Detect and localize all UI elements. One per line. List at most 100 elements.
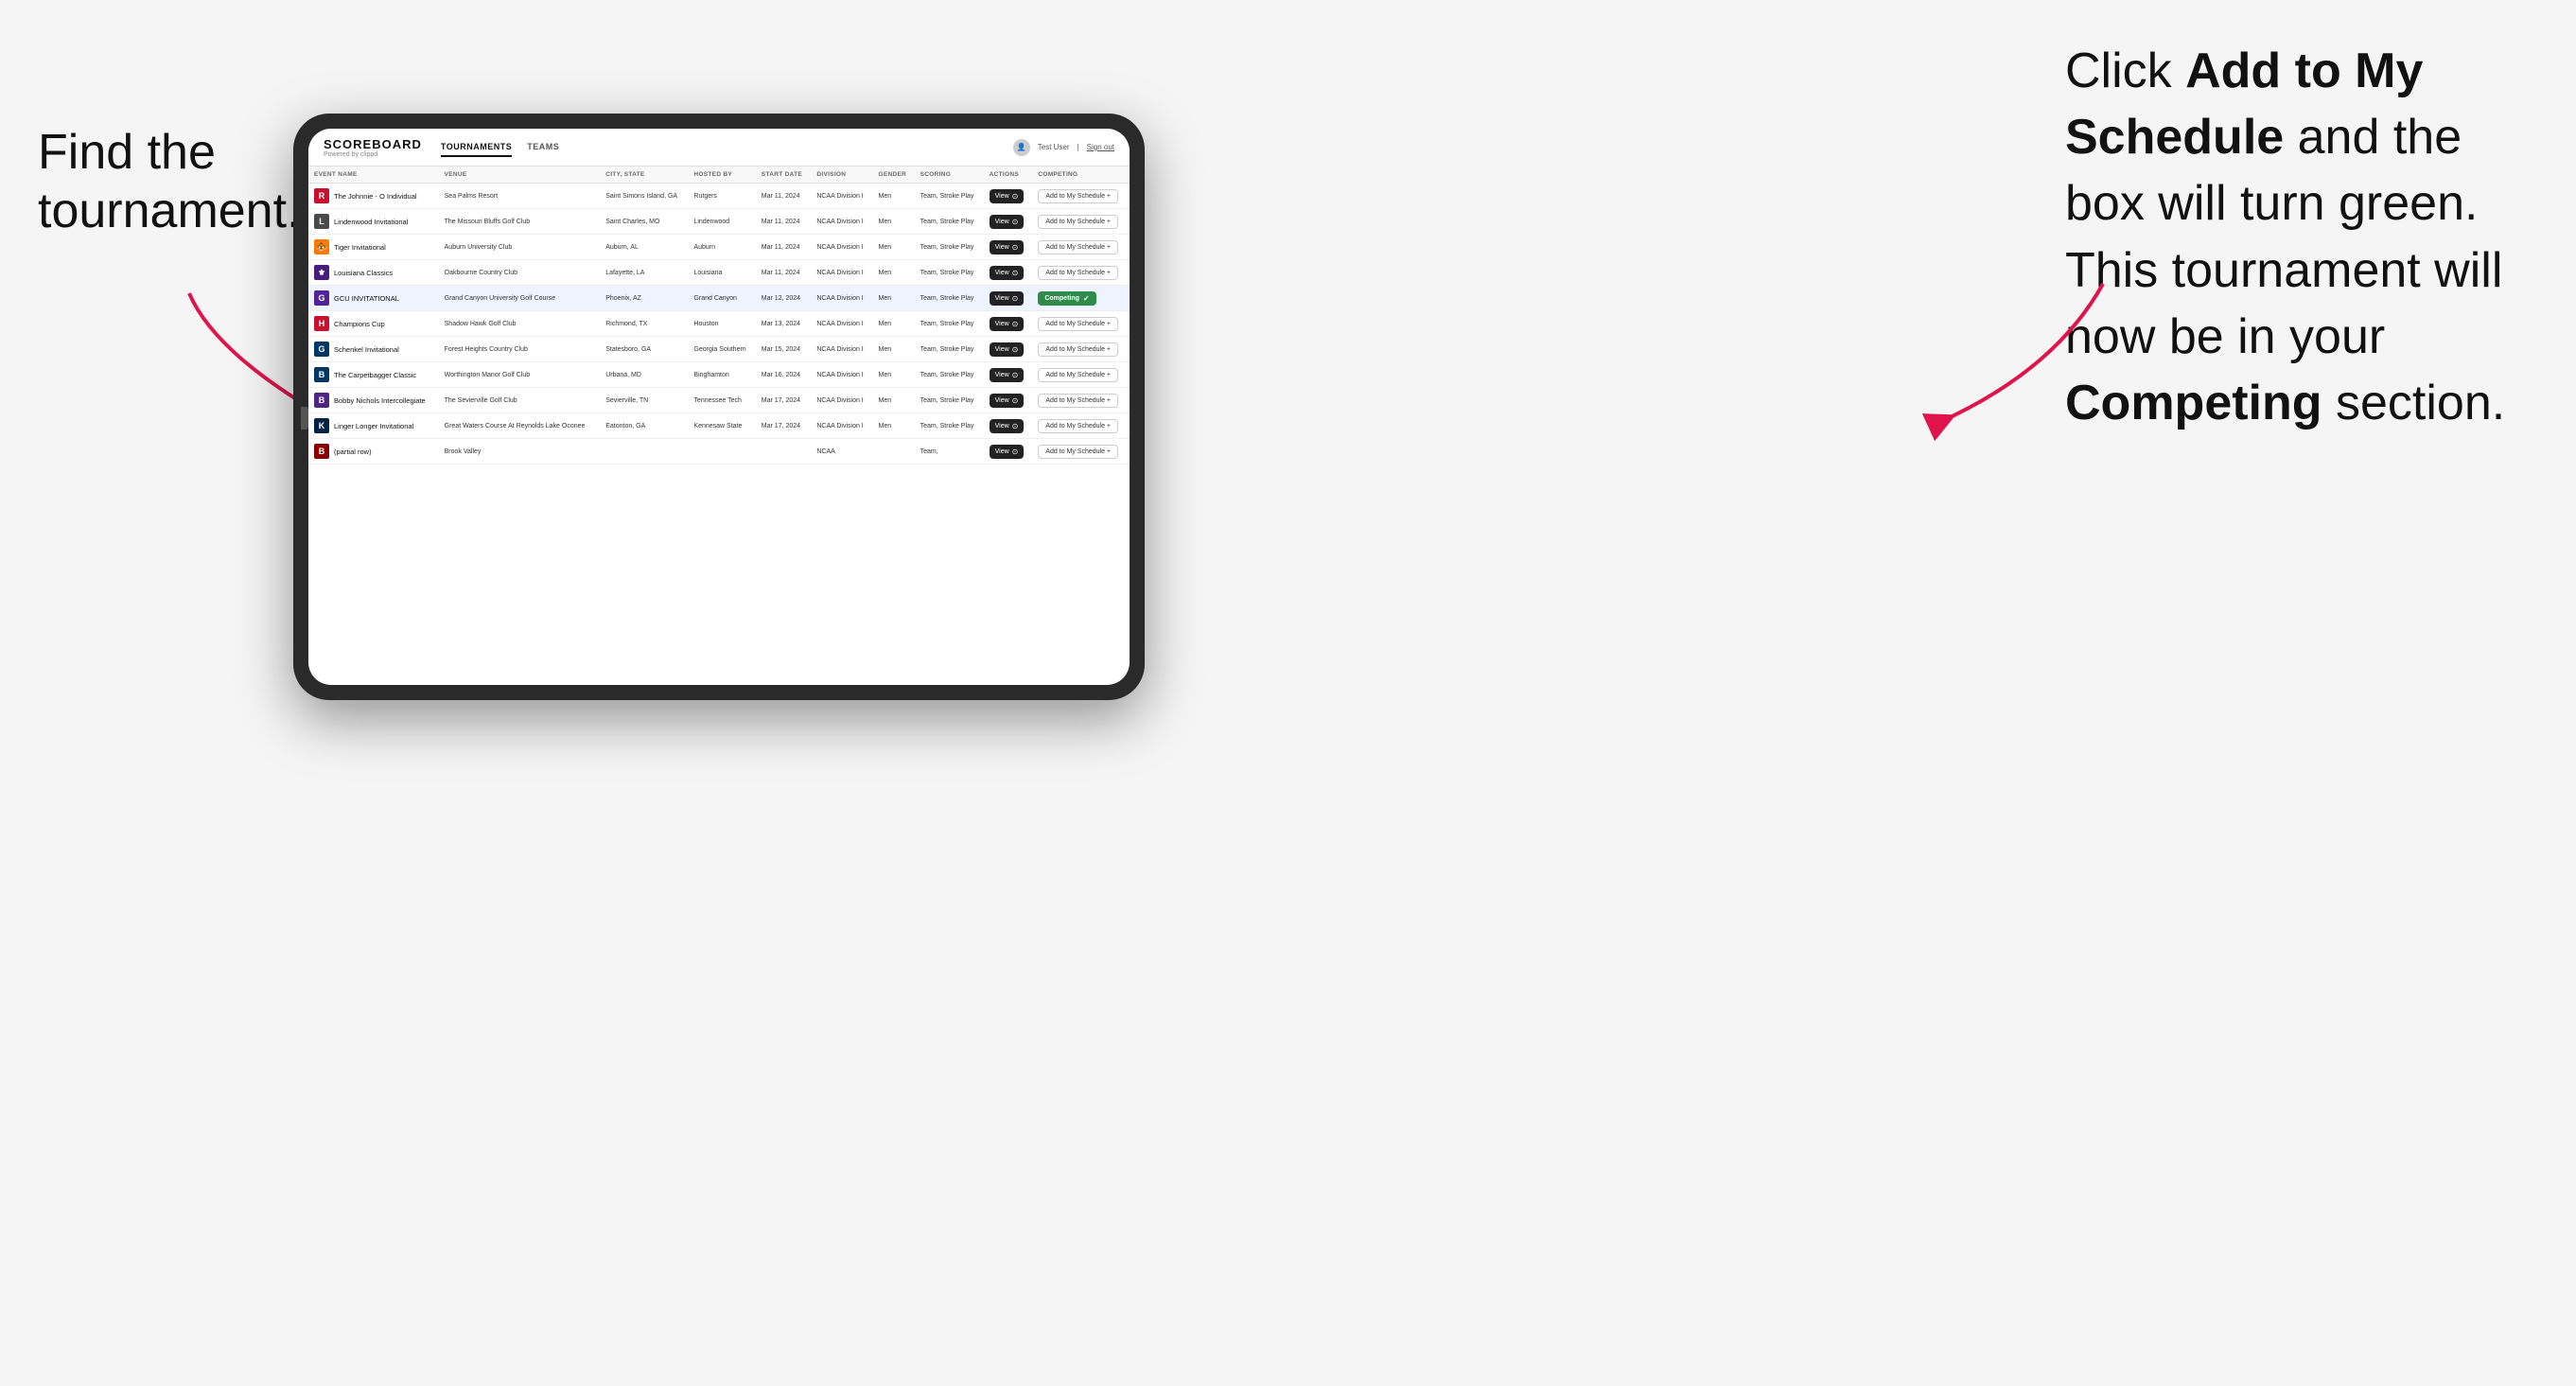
event-name-text: (partial row) (334, 447, 372, 456)
tab-teams[interactable]: TEAMS (527, 138, 559, 157)
event-name-cell: G Schenkel Invitational (308, 337, 439, 362)
city-state-cell: Statesboro, GA (600, 337, 688, 362)
start-date-cell: Mar 11, 2024 (756, 235, 812, 260)
city-state-cell: Lafayette, LA (600, 260, 688, 286)
division-cell: NCAA Division I (811, 184, 872, 209)
team-logo: ⚜ (314, 265, 329, 280)
event-name-text: GCU INVITATIONAL (334, 294, 399, 303)
view-button[interactable]: View ⊙ (990, 189, 1025, 203)
competing-button[interactable]: Competing ✓ (1038, 291, 1095, 306)
user-label: Test User (1038, 143, 1070, 151)
table-row: ⚜ Louisiana Classics Oakbourne Country C… (308, 260, 1130, 286)
event-name-text: The Johnnie - O Individual (334, 192, 417, 201)
view-button[interactable]: View ⊙ (990, 419, 1025, 433)
event-name-text: Lindenwood Invitational (334, 218, 408, 226)
gender-cell: Men (872, 286, 914, 311)
col-venue: VENUE (439, 167, 601, 184)
team-logo: 🐯 (314, 239, 329, 254)
add-to-schedule-button[interactable]: Add to My Schedule + (1038, 240, 1118, 254)
add-to-schedule-button[interactable]: Add to My Schedule + (1038, 189, 1118, 203)
start-date-cell: Mar 11, 2024 (756, 260, 812, 286)
signout-link[interactable]: Sign out (1087, 143, 1114, 151)
tablet-screen: SCOREBOARD Powered by clippd TOURNAMENTS… (308, 129, 1130, 685)
view-button[interactable]: View ⊙ (990, 240, 1025, 254)
division-cell: NCAA Division I (811, 413, 872, 439)
gender-cell: Men (872, 337, 914, 362)
gender-cell: Men (872, 311, 914, 337)
view-button[interactable]: View ⊙ (990, 394, 1025, 408)
table-container: EVENT NAME VENUE CITY, STATE HOSTED BY S… (308, 167, 1130, 685)
view-button[interactable]: View ⊙ (990, 445, 1025, 459)
start-date-cell: Mar 16, 2024 (756, 362, 812, 388)
actions-cell: View ⊙ (984, 311, 1033, 337)
competing-cell: Add to My Schedule + (1032, 311, 1130, 337)
actions-cell: View ⊙ (984, 337, 1033, 362)
table-row: H Champions Cup Shadow Hawk Golf ClubRic… (308, 311, 1130, 337)
tablet-frame: SCOREBOARD Powered by clippd TOURNAMENTS… (293, 114, 1145, 700)
view-button[interactable]: View ⊙ (990, 291, 1025, 306)
competing-cell: Add to My Schedule + (1032, 439, 1130, 465)
gender-cell (872, 439, 914, 465)
start-date-cell: Mar 11, 2024 (756, 184, 812, 209)
col-event-name: EVENT NAME (308, 167, 439, 184)
venue-cell: Oakbourne Country Club (439, 260, 601, 286)
event-name-text: Louisiana Classics (334, 269, 393, 277)
right-annotation: Click Add to My Schedule and the box wil… (2065, 38, 2519, 436)
view-button[interactable]: View ⊙ (990, 368, 1025, 382)
venue-cell: Great Waters Course At Reynolds Lake Oco… (439, 413, 601, 439)
actions-cell: View ⊙ (984, 235, 1033, 260)
venue-cell: The Sevierville Golf Club (439, 388, 601, 413)
event-name-cell: H Champions Cup (308, 311, 439, 337)
actions-cell: View ⊙ (984, 413, 1033, 439)
add-to-schedule-button[interactable]: Add to My Schedule + (1038, 317, 1118, 331)
view-button[interactable]: View ⊙ (990, 342, 1025, 357)
add-to-schedule-button[interactable]: Add to My Schedule + (1038, 419, 1118, 433)
view-button[interactable]: View ⊙ (990, 215, 1025, 229)
add-to-schedule-button[interactable]: Add to My Schedule + (1038, 215, 1118, 229)
hosted-by-cell: Grand Canyon (688, 286, 755, 311)
venue-cell: Auburn University Club (439, 235, 601, 260)
city-state-cell: Eatonton, GA (600, 413, 688, 439)
scoring-cell: Team, Stroke Play (915, 286, 984, 311)
tournaments-table: EVENT NAME VENUE CITY, STATE HOSTED BY S… (308, 167, 1130, 465)
start-date-cell: Mar 11, 2024 (756, 209, 812, 235)
gender-cell: Men (872, 235, 914, 260)
start-date-cell: Mar 17, 2024 (756, 413, 812, 439)
venue-cell: Forest Heights Country Club (439, 337, 601, 362)
competing-cell: Add to My Schedule + (1032, 362, 1130, 388)
actions-cell: View ⊙ (984, 209, 1033, 235)
add-to-schedule-button[interactable]: Add to My Schedule + (1038, 394, 1118, 408)
add-to-schedule-button[interactable]: Add to My Schedule + (1038, 342, 1118, 357)
view-button[interactable]: View ⊙ (990, 317, 1025, 331)
event-name-cell: L Lindenwood Invitational (308, 209, 439, 235)
view-button[interactable]: View ⊙ (990, 266, 1025, 280)
table-header-row: EVENT NAME VENUE CITY, STATE HOSTED BY S… (308, 167, 1130, 184)
hosted-by-cell: Rutgers (688, 184, 755, 209)
col-gender: GENDER (872, 167, 914, 184)
app-header: SCOREBOARD Powered by clippd TOURNAMENTS… (308, 129, 1130, 167)
tab-tournaments[interactable]: TOURNAMENTS (441, 138, 512, 157)
actions-cell: View ⊙ (984, 260, 1033, 286)
actions-cell: View ⊙ (984, 286, 1033, 311)
sidebar-toggle[interactable] (301, 407, 308, 430)
start-date-cell: Mar 15, 2024 (756, 337, 812, 362)
event-name-cell: 🐯 Tiger Invitational (308, 235, 439, 260)
gender-cell: Men (872, 184, 914, 209)
table-row: R The Johnnie - O Individual Sea Palms R… (308, 184, 1130, 209)
start-date-cell: Mar 12, 2024 (756, 286, 812, 311)
add-to-schedule-button[interactable]: Add to My Schedule + (1038, 445, 1118, 459)
event-name-text: Tiger Invitational (334, 243, 386, 252)
actions-cell: View ⊙ (984, 362, 1033, 388)
scoring-cell: Team, Stroke Play (915, 235, 984, 260)
add-to-schedule-button[interactable]: Add to My Schedule + (1038, 368, 1118, 382)
scoring-cell: Team, Stroke Play (915, 184, 984, 209)
division-cell: NCAA Division I (811, 362, 872, 388)
city-state-cell: Sevierville, TN (600, 388, 688, 413)
hosted-by-cell: Binghamton (688, 362, 755, 388)
add-to-schedule-button[interactable]: Add to My Schedule + (1038, 266, 1118, 280)
team-logo: R (314, 188, 329, 203)
team-logo: L (314, 214, 329, 229)
event-name-cell: G GCU INVITATIONAL (308, 286, 439, 311)
event-name-cell: R The Johnnie - O Individual (308, 184, 439, 209)
avatar: 👤 (1013, 139, 1030, 156)
